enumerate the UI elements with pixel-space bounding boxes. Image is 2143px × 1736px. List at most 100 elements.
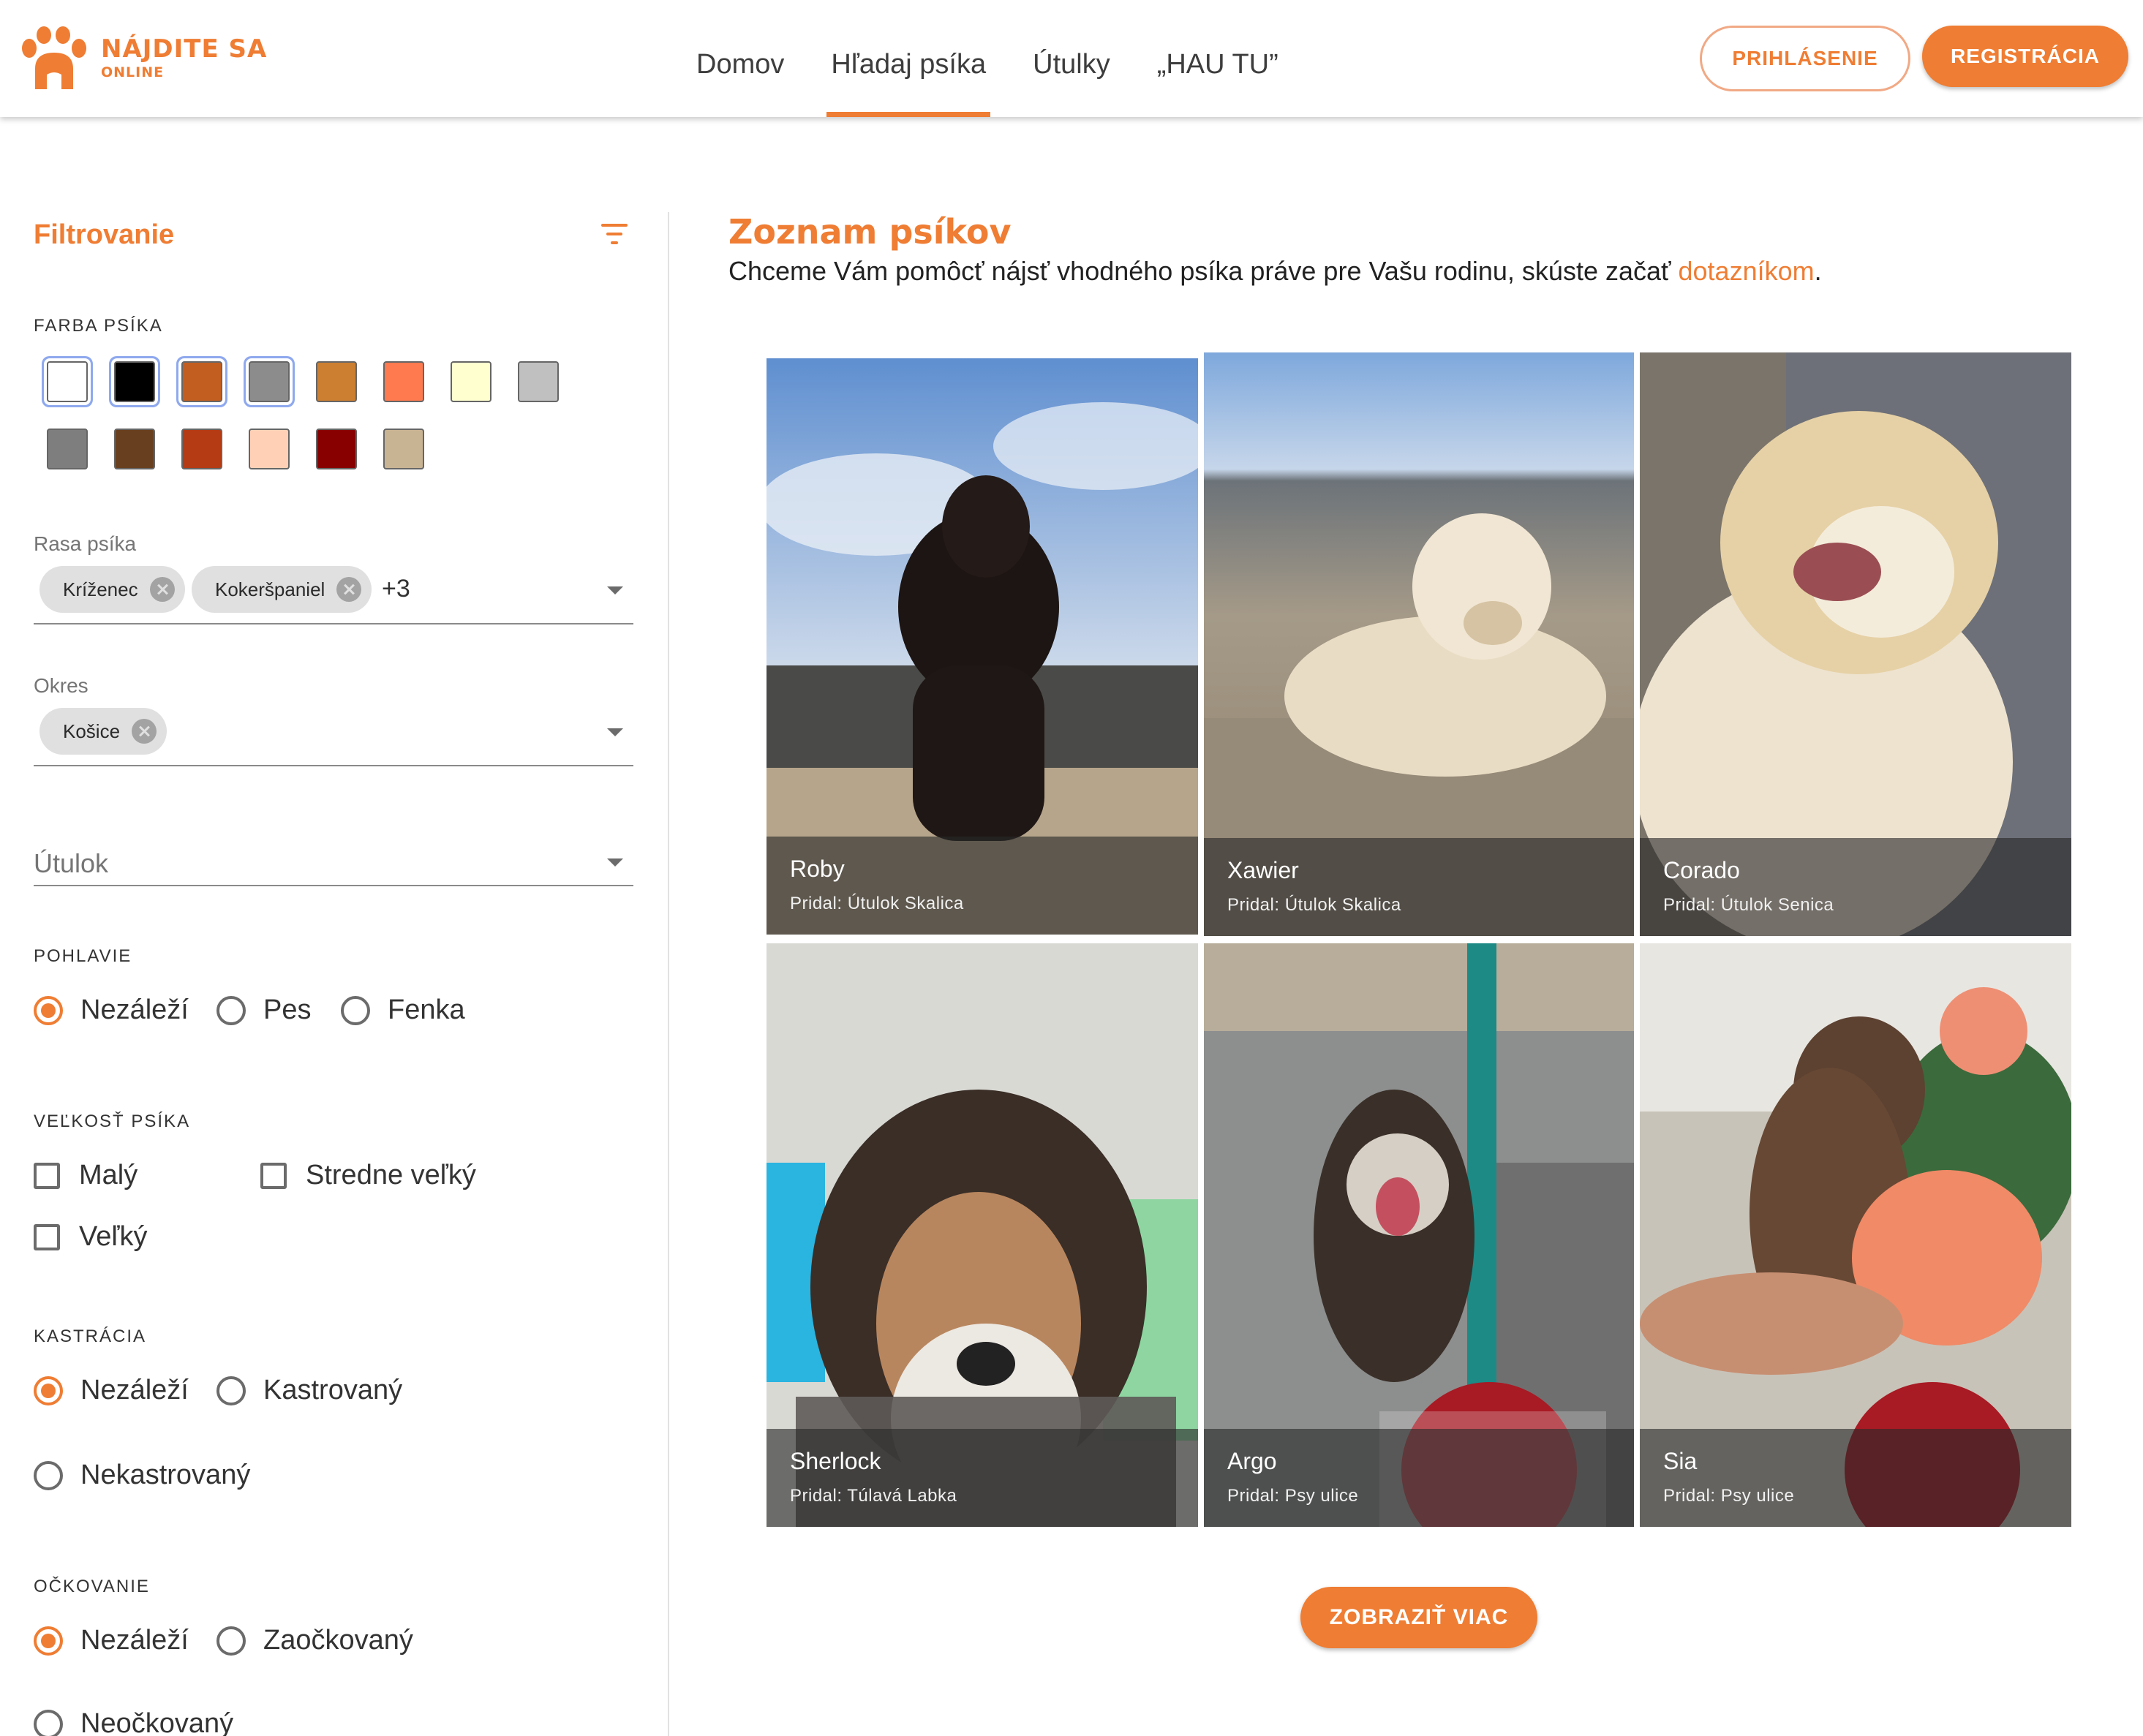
shelter-select-placeholder[interactable]: Útulok — [34, 848, 108, 879]
size-label: VEĽKOSŤ PSÍKA — [34, 1112, 191, 1131]
dog-card[interactable]: Xawier Pridal: Útulok Skalica — [1204, 352, 1634, 936]
chip-remove-icon[interactable] — [336, 577, 362, 602]
dog-card[interactable]: Argo Pridal: Psy ulice — [1204, 943, 1634, 1527]
subtitle-text: Chceme Vám pomôcť nájsť vhodného psíka p… — [728, 256, 1679, 286]
district-chip[interactable]: Košice — [39, 708, 167, 755]
vaccination-option-label: Neočkovaný — [80, 1708, 234, 1736]
vaccination-option-label: Zaočkovaný — [263, 1625, 413, 1656]
color-swatch[interactable] — [114, 429, 155, 469]
castration-label: KASTRÁCIA — [34, 1326, 147, 1346]
gender-label: POHLAVIE — [34, 946, 132, 966]
dog-author: Pridal: Útulok Senica — [1663, 895, 1834, 915]
filter-title: Filtrovanie — [34, 219, 175, 250]
dog-card[interactable]: Sia Pridal: Psy ulice — [1640, 943, 2071, 1527]
breed-chip[interactable]: Kokeršpaniel — [192, 566, 372, 613]
color-swatch[interactable] — [451, 361, 492, 402]
vaccination-label: OČKOVANIE — [34, 1577, 150, 1596]
castration-option-label: Nekastrovaný — [80, 1460, 251, 1490]
dog-caption: Xawier Pridal: Útulok Skalica — [1204, 838, 1634, 936]
nav-item-shelters[interactable]: Útulky — [1009, 0, 1134, 117]
color-swatch[interactable] — [249, 429, 290, 469]
size-option-label: Malý — [79, 1160, 138, 1190]
gender-radio-female[interactable]: Fenka — [341, 995, 465, 1026]
dog-caption: Roby Pridal: Útulok Skalica — [767, 837, 1198, 935]
castration-radio-not-castrated[interactable]: Nekastrovaný — [34, 1460, 250, 1491]
color-swatch[interactable] — [518, 361, 559, 402]
gender-radio-male[interactable]: Pes — [216, 995, 311, 1026]
register-button[interactable]: REGISTRÁCIA — [1922, 26, 2128, 87]
main-nav: Domov Hľadaj psíka Útulky „HAU TU” — [673, 0, 1302, 117]
logo-subtitle: ONLINE — [101, 64, 165, 80]
dog-card[interactable]: Corado Pridal: Útulok Senica — [1640, 352, 2071, 936]
sidebar-divider — [668, 212, 669, 1736]
radio-icon — [34, 1460, 63, 1490]
dog-caption: Argo Pridal: Psy ulice — [1204, 1429, 1634, 1527]
district-chip-label: Košice — [63, 720, 121, 742]
radio-icon — [341, 995, 370, 1025]
vaccination-radio-not-vaccinated[interactable]: Neočkovaný — [34, 1708, 233, 1736]
filter-icon[interactable] — [601, 224, 630, 246]
color-swatch[interactable] — [181, 429, 222, 469]
radio-checked-icon — [34, 1626, 63, 1656]
top-header: NÁJDITE SA ONLINE Domov Hľadaj psíka Útu… — [0, 0, 2143, 117]
nav-item-hau-tu[interactable]: „HAU TU” — [1134, 0, 1302, 117]
color-section-label: FARBA PSÍKA — [34, 316, 163, 336]
radio-icon — [34, 1709, 63, 1736]
breed-label: Rasa psíka — [34, 532, 137, 555]
login-button[interactable]: PRIHLÁSENIE — [1700, 26, 1910, 91]
castration-radio-any[interactable]: Nezáleží — [34, 1375, 189, 1406]
gender-option-label: Fenka — [388, 995, 465, 1025]
castration-option-label: Nezáleží — [80, 1375, 189, 1405]
district-dropdown-caret-icon[interactable] — [607, 728, 623, 736]
vaccination-radio-vaccinated[interactable]: Zaočkovaný — [216, 1625, 413, 1656]
nav-item-find-dog[interactable]: Hľadaj psíka — [807, 0, 1009, 117]
dog-caption: Sherlock Pridal: Túlavá Labka — [767, 1429, 1198, 1527]
color-swatch[interactable] — [47, 361, 88, 402]
color-swatch[interactable] — [249, 361, 290, 402]
gender-radio-any[interactable]: Nezáleží — [34, 995, 189, 1026]
chip-remove-icon[interactable] — [149, 577, 175, 602]
size-checkbox-large[interactable]: Veľký — [34, 1221, 147, 1253]
breed-chip[interactable]: Kríženec — [39, 566, 185, 613]
castration-option-label: Kastrovaný — [263, 1375, 403, 1405]
subtitle-end: . — [1814, 256, 1822, 286]
checkbox-icon — [34, 1223, 60, 1250]
breed-dropdown-caret-icon[interactable] — [607, 586, 623, 595]
dog-author: Pridal: Psy ulice — [1663, 1486, 1795, 1506]
dog-card[interactable]: Roby Pridal: Útulok Skalica — [767, 358, 1198, 935]
size-checkbox-small[interactable]: Malý — [34, 1160, 138, 1191]
district-select[interactable] — [34, 765, 633, 766]
color-swatch[interactable] — [47, 429, 88, 469]
size-checkbox-medium[interactable]: Stredne veľký — [260, 1160, 476, 1191]
dog-name: Xawier — [1227, 857, 1299, 883]
nav-item-home[interactable]: Domov — [673, 0, 807, 117]
shelter-dropdown-caret-icon[interactable] — [607, 858, 623, 867]
vaccination-radio-any[interactable]: Nezáleží — [34, 1625, 189, 1656]
dog-card[interactable]: Sherlock Pridal: Túlavá Labka — [767, 943, 1198, 1527]
color-swatch[interactable] — [316, 361, 357, 402]
checkbox-icon — [34, 1162, 60, 1189]
breed-select[interactable] — [34, 623, 633, 624]
castration-radio-castrated[interactable]: Kastrovaný — [216, 1375, 402, 1406]
size-option-label: Stredne veľký — [306, 1160, 476, 1190]
dog-author: Pridal: Psy ulice — [1227, 1486, 1359, 1506]
radio-icon — [216, 1375, 246, 1405]
radio-checked-icon — [34, 1375, 63, 1405]
dog-author: Pridal: Útulok Skalica — [1227, 895, 1401, 915]
color-swatch[interactable] — [316, 429, 357, 469]
color-swatch[interactable] — [181, 361, 222, 402]
show-more-button[interactable]: ZOBRAZIŤ VIAC — [1300, 1587, 1537, 1648]
radio-icon — [216, 995, 246, 1025]
logo-title: NÁJDITE SA — [101, 34, 268, 64]
logo[interactable]: NÁJDITE SA ONLINE — [20, 26, 267, 89]
dog-author: Pridal: Útulok Skalica — [790, 894, 964, 913]
breed-chip-label: Kokeršpaniel — [215, 578, 325, 600]
shelter-select[interactable] — [34, 885, 633, 886]
color-swatch[interactable] — [383, 361, 424, 402]
questionnaire-link[interactable]: dotazníkom — [1679, 256, 1815, 286]
color-swatch[interactable] — [383, 429, 424, 469]
chip-remove-icon[interactable] — [132, 719, 157, 744]
checkbox-icon — [260, 1162, 287, 1189]
color-swatch[interactable] — [114, 361, 155, 402]
breed-more-count: +3 — [382, 575, 410, 603]
